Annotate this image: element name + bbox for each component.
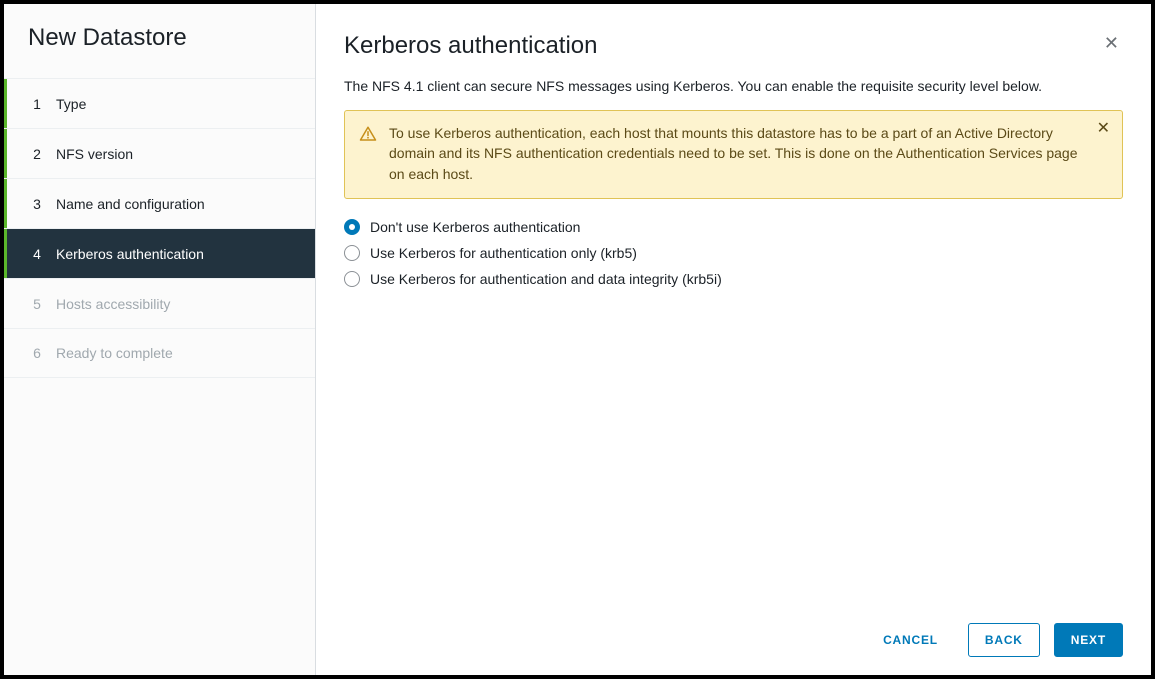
page-title: Kerberos authentication	[344, 32, 598, 60]
alert-text: To use Kerberos authentication, each hos…	[389, 123, 1108, 184]
wizard-step-kerberos[interactable]: 4 Kerberos authentication	[4, 228, 315, 278]
kerberos-warning-alert: To use Kerberos authentication, each hos…	[344, 110, 1123, 199]
step-number: 2	[26, 146, 48, 162]
wizard-window: New Datastore 1 Type 2 NFS version 3 Nam…	[0, 0, 1155, 679]
radio-kerberos-krb5i[interactable]: Use Kerberos for authentication and data…	[344, 271, 1123, 287]
wizard-title: New Datastore	[4, 24, 315, 78]
radio-label: Don't use Kerberos authentication	[370, 219, 580, 235]
close-icon[interactable]: ✕	[1100, 32, 1123, 54]
wizard-step-ready-complete[interactable]: 6 Ready to complete	[4, 328, 315, 378]
page-description: The NFS 4.1 client can secure NFS messag…	[344, 78, 1123, 94]
step-label: NFS version	[56, 146, 133, 162]
step-number: 6	[26, 345, 48, 361]
alert-close-icon[interactable]: ✕	[1097, 121, 1110, 137]
step-number: 1	[26, 96, 48, 112]
radio-label: Use Kerberos for authentication and data…	[370, 271, 722, 287]
back-button[interactable]: BACK	[968, 623, 1040, 657]
radio-kerberos-krb5[interactable]: Use Kerberos for authentication only (kr…	[344, 245, 1123, 261]
radio-indicator-icon	[344, 271, 360, 287]
step-label: Ready to complete	[56, 345, 173, 361]
next-button[interactable]: NEXT	[1054, 623, 1123, 657]
wizard-step-name-config[interactable]: 3 Name and configuration	[4, 178, 315, 228]
step-number: 4	[26, 246, 48, 262]
step-label: Type	[56, 96, 86, 112]
wizard-step-hosts-accessibility[interactable]: 5 Hosts accessibility	[4, 278, 315, 328]
kerberos-radio-group: Don't use Kerberos authentication Use Ke…	[344, 219, 1123, 287]
step-label: Name and configuration	[56, 196, 205, 212]
step-label: Hosts accessibility	[56, 296, 170, 312]
step-number: 5	[26, 296, 48, 312]
step-number: 3	[26, 196, 48, 212]
wizard-step-type[interactable]: 1 Type	[4, 78, 315, 128]
radio-indicator-icon	[344, 219, 360, 235]
step-label: Kerberos authentication	[56, 246, 204, 262]
radio-kerberos-none[interactable]: Don't use Kerberos authentication	[344, 219, 1123, 235]
wizard-footer: CANCEL BACK NEXT	[344, 607, 1123, 657]
radio-label: Use Kerberos for authentication only (kr…	[370, 245, 637, 261]
cancel-button[interactable]: CANCEL	[867, 624, 954, 656]
wizard-sidebar: New Datastore 1 Type 2 NFS version 3 Nam…	[4, 4, 316, 675]
page-header: Kerberos authentication ✕	[344, 32, 1123, 60]
wizard-step-nfs-version[interactable]: 2 NFS version	[4, 128, 315, 178]
radio-indicator-icon	[344, 245, 360, 261]
wizard-main: Kerberos authentication ✕ The NFS 4.1 cl…	[316, 4, 1151, 675]
wizard-step-list: 1 Type 2 NFS version 3 Name and configur…	[4, 78, 315, 378]
warning-triangle-icon	[359, 125, 377, 143]
